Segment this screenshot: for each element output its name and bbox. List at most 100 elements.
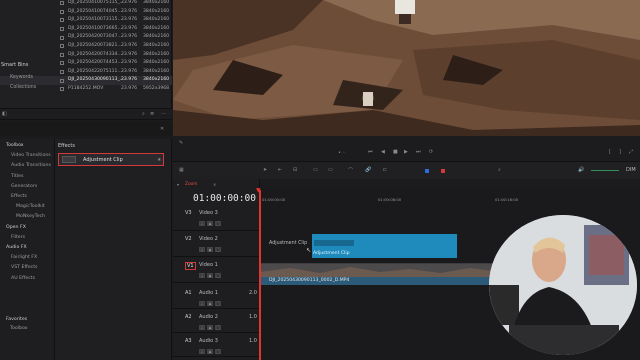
track-id[interactable]: A1 xyxy=(185,290,192,296)
play-icon[interactable]: ▶ xyxy=(404,149,408,155)
expand-icon[interactable]: ⤢ xyxy=(629,149,633,155)
skip-back-icon[interactable]: ⏮ xyxy=(368,149,373,155)
track-level: 2.0 xyxy=(249,290,257,296)
enable-track-icon[interactable]: ▢ xyxy=(215,301,221,306)
toolbox-item[interactable]: MagicToolkit xyxy=(16,204,45,209)
enable-track-icon[interactable]: ▢ xyxy=(215,221,221,226)
enable-track-icon[interactable]: ▢ xyxy=(215,247,221,252)
media-row[interactable]: DJI_20250420073047... 23.976 3840x2160 xyxy=(0,33,172,41)
dim-button[interactable]: DIM xyxy=(626,167,636,173)
zoom-tab[interactable]: Zoom xyxy=(185,182,197,187)
track-id[interactable]: V3 xyxy=(185,210,192,216)
list-view-icon[interactable]: ≣ xyxy=(150,111,154,117)
track-header-v3[interactable]: V3 Video 3 ⊡ ▣ ▢ xyxy=(173,205,260,231)
viewer-frame[interactable] xyxy=(173,0,640,136)
track-header-v2[interactable]: V2 Video 2 ⊡ ▣ ▢ xyxy=(173,231,260,257)
panel-toggle-icon[interactable]: ◧ xyxy=(2,111,7,117)
zoom-icon[interactable]: ⌕ xyxy=(498,167,501,173)
toolbox-item[interactable]: Video Transitions xyxy=(11,153,51,158)
clip-icon xyxy=(60,87,64,92)
marker-color-icon[interactable] xyxy=(441,169,445,173)
auto-select-icon[interactable]: ▣ xyxy=(207,301,213,306)
snapping-icon[interactable]: ⌒ xyxy=(348,167,353,174)
auto-select-icon[interactable]: ▣ xyxy=(207,325,213,330)
toolbox-item[interactable]: Titles xyxy=(11,174,24,179)
track-id[interactable]: A2 xyxy=(185,314,192,320)
pen-tool-icon[interactable]: ✎ xyxy=(179,140,183,146)
smart-bin-collections[interactable]: Collections xyxy=(10,85,36,90)
volume-slider[interactable] xyxy=(591,170,619,172)
toolbox-item[interactable]: Fairlight FX xyxy=(11,255,37,260)
playhead-handle-icon[interactable]: ▼ xyxy=(256,187,261,194)
favorites-header[interactable]: Favorites xyxy=(6,317,27,322)
selection-tool-icon[interactable]: ➤ xyxy=(263,167,267,173)
insert-icon[interactable]: ▭ xyxy=(313,167,318,173)
toolbox-item[interactable]: Audio Transitions xyxy=(11,163,51,168)
toolbox-item[interactable]: MoNkeyTech xyxy=(16,214,45,219)
toolbox-item[interactable]: Generators xyxy=(11,184,37,189)
media-row[interactable]: DJI_20250410073665... 23.976 3840x2160 xyxy=(0,25,172,33)
media-resolution: 3840x2160 xyxy=(143,60,170,66)
timeline-timecode[interactable]: 01:00:00:00 xyxy=(193,193,256,204)
link-icon[interactable]: 🔗 xyxy=(365,167,371,173)
skip-forward-icon[interactable]: ⏭ xyxy=(416,149,421,155)
timeline-view-icon[interactable]: ▦ xyxy=(179,167,184,173)
flag-color-icon[interactable] xyxy=(425,169,429,173)
track-id[interactable]: A3 xyxy=(185,338,192,344)
collapse-icon[interactable]: ▾ xyxy=(177,182,179,187)
media-row[interactable]: DJI_20250420073821... 23.976 3840x2160 xyxy=(0,42,172,50)
clip-icon xyxy=(60,35,64,40)
lock-icon[interactable]: ⊡ xyxy=(199,325,205,330)
auto-select-icon[interactable]: ▣ xyxy=(207,247,213,252)
enable-track-icon[interactable]: ▢ xyxy=(215,325,221,330)
toolbox-item[interactable]: Effects xyxy=(11,194,27,199)
position-lock-icon[interactable]: ⊏ xyxy=(383,167,387,173)
toolbox-item[interactable]: VST Effects xyxy=(11,265,37,270)
media-row[interactable]: DJI_20250420074334... 23.976 3840x2160 xyxy=(0,51,172,59)
volume-icon[interactable]: 🔊 xyxy=(578,167,584,173)
lock-icon[interactable]: ⊡ xyxy=(199,349,205,354)
step-back-icon[interactable]: ◀ xyxy=(381,149,385,155)
track-header-a1[interactable]: A1 Audio 1 2.0 ⊡ ▣ ▢ xyxy=(173,285,260,309)
enable-track-icon[interactable]: ▢ xyxy=(215,273,221,278)
trim-tool-icon[interactable]: ⇤ xyxy=(278,167,282,173)
clear-search-icon[interactable]: ✕ xyxy=(160,126,164,132)
favorite-star-icon[interactable]: ★ xyxy=(157,157,161,163)
track-header-a2[interactable]: A2 Audio 2 1.0 ⊡ ▣ ▢ xyxy=(173,309,260,333)
stop-icon[interactable]: ■ xyxy=(393,149,398,155)
track-header-a3[interactable]: A3 Audio 3 1.0 ⊡ ▣ ▢ xyxy=(173,333,260,357)
enable-track-icon[interactable]: ▢ xyxy=(215,349,221,354)
lock-icon[interactable]: ⊡ xyxy=(199,247,205,252)
tab-close-icon[interactable]: ✕ xyxy=(213,182,216,187)
media-row[interactable]: DJI_20250410073115... 23.976 3840x2160 xyxy=(0,16,172,24)
toolbox-item[interactable]: Filters xyxy=(11,235,25,240)
more-icon[interactable]: ⋯ xyxy=(161,111,166,117)
blade-tool-icon[interactable]: ⊟ xyxy=(293,167,297,173)
mark-in-icon[interactable]: [ xyxy=(609,149,611,155)
loop-icon[interactable]: ⟳ xyxy=(429,149,433,155)
lock-icon[interactable]: ⊡ xyxy=(199,221,205,226)
search-icon[interactable]: ⌕ xyxy=(142,111,145,117)
smart-bin-keywords[interactable]: Keywords xyxy=(10,75,33,80)
clip-icon xyxy=(60,9,64,14)
auto-select-icon[interactable]: ▣ xyxy=(207,221,213,226)
auto-select-icon[interactable]: ▣ xyxy=(207,349,213,354)
toolbox-item[interactable]: AU Effects xyxy=(11,276,35,281)
media-row[interactable]: DJI_20250410075115_... 23.976 3840x2160 xyxy=(0,0,172,7)
lock-icon[interactable]: ⊡ xyxy=(199,301,205,306)
toolbox-item[interactable]: Toolbox xyxy=(6,143,24,148)
mark-out-icon[interactable]: ] xyxy=(619,149,621,155)
toolbox-item[interactable]: Open FX xyxy=(6,225,26,230)
track-id[interactable]: V2 xyxy=(185,236,192,242)
overwrite-icon[interactable]: ▭ xyxy=(328,167,333,173)
track-id[interactable]: V1 xyxy=(185,262,196,270)
auto-select-icon[interactable]: ▣ xyxy=(207,273,213,278)
timeline-toolbar: ▦ ➤ ⇤ ⊟ ▭ ▭ ⌒ 🔗 ⊏ ⌕ 🔊 DIM xyxy=(173,161,640,179)
media-row[interactable]: DJI_20250410074045... 23.976 3840x2160 xyxy=(0,8,172,16)
media-fps: 23.976 xyxy=(121,77,138,83)
track-header-v1[interactable]: V1 Video 1 ⊡ ▣ ▢ xyxy=(173,257,260,283)
toolbox-item[interactable]: Audio FX xyxy=(6,245,27,250)
lock-icon[interactable]: ⊡ xyxy=(199,273,205,278)
playhead[interactable] xyxy=(259,190,261,360)
favorites-item-toolbox[interactable]: Toolbox xyxy=(10,326,28,331)
